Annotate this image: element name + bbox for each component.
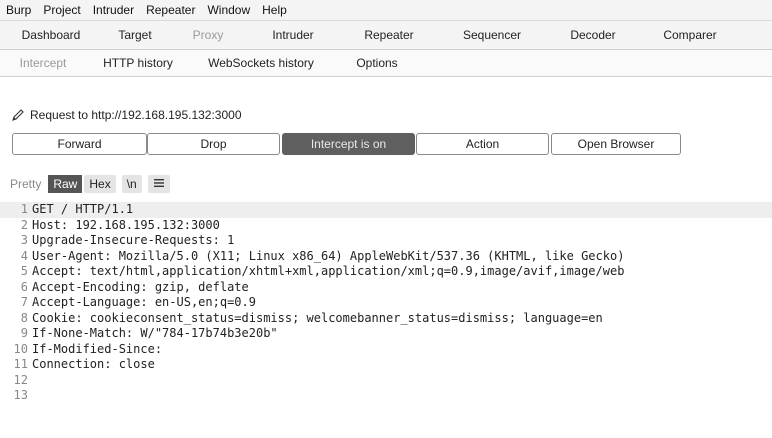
menu-window[interactable]: Window xyxy=(201,3,256,17)
pretty-toggle[interactable]: Pretty xyxy=(8,175,46,193)
tab-proxy[interactable]: Proxy xyxy=(168,21,248,49)
forward-button[interactable]: Forward xyxy=(12,133,147,155)
menu-bar: Burp Project Intruder Repeater Window He… xyxy=(0,0,772,21)
request-url: Request to http://192.168.195.132:3000 xyxy=(30,108,242,122)
pencil-icon xyxy=(12,109,24,121)
intercept-toggle-button[interactable]: Intercept is on xyxy=(282,133,415,155)
editor-line: 5 Accept: text/html,application/xhtml+xml… xyxy=(20,264,625,278)
tab-comparer[interactable]: Comparer xyxy=(642,21,738,49)
menu-help[interactable]: Help xyxy=(256,3,293,17)
tab-websockets-history[interactable]: WebSockets history xyxy=(190,50,332,76)
request-info: Request to http://192.168.195.132:3000 xyxy=(10,106,242,124)
proxy-sub-tab-bar: Intercept HTTP history WebSockets histor… xyxy=(0,50,772,77)
tab-repeater[interactable]: Repeater xyxy=(338,21,440,49)
editor-line: 7 Accept-Language: en-US,en;q=0.9 xyxy=(20,295,256,309)
tab-decoder[interactable]: Decoder xyxy=(544,21,642,49)
request-editor[interactable]: 1 GET / HTTP/1.1 2 Host: 192.168.195.132:3… xyxy=(0,202,772,438)
editor-line: 6 Accept-Encoding: gzip, deflate xyxy=(20,279,249,294)
action-button[interactable]: Action xyxy=(416,133,549,155)
hamburger-icon[interactable] xyxy=(147,175,170,193)
newline-toggle[interactable]: \n xyxy=(121,175,142,193)
raw-toggle[interactable]: Raw xyxy=(48,175,83,193)
tab-target[interactable]: Target xyxy=(102,21,168,49)
tab-intruder[interactable]: Intruder xyxy=(248,21,338,49)
editor-line: 8 Cookie: cookieconsent_status=dismiss; w… xyxy=(20,310,603,325)
tab-intercept[interactable]: Intercept xyxy=(0,50,86,76)
message-view-bar: Pretty Raw Hex \n xyxy=(8,174,172,194)
drop-button[interactable]: Drop xyxy=(147,133,280,155)
tab-sequencer[interactable]: Sequencer xyxy=(440,21,544,49)
editor-line: 13 xyxy=(13,388,28,402)
editor-line: 12 xyxy=(13,372,28,387)
tab-http-history[interactable]: HTTP history xyxy=(86,50,190,76)
menu-project[interactable]: Project xyxy=(37,3,86,17)
menu-intruder[interactable]: Intruder xyxy=(87,3,140,17)
menu-repeater[interactable]: Repeater xyxy=(140,3,201,17)
main-tab-bar: Dashboard Target Proxy Intruder Repeater… xyxy=(0,21,772,50)
open-browser-button[interactable]: Open Browser xyxy=(551,133,681,155)
editor-line: 2 Host: 192.168.195.132:3000 xyxy=(20,217,220,232)
editor-line: 1 GET / HTTP/1.1 xyxy=(0,202,772,218)
editor-line: 11 Connection: close xyxy=(13,357,155,371)
editor-line: 3 Upgrade-Insecure-Requests: 1 xyxy=(20,233,235,247)
tab-options[interactable]: Options xyxy=(332,50,422,76)
hex-toggle[interactable]: Hex xyxy=(84,175,116,193)
editor-line: 10 If-Modified-Since: xyxy=(13,341,163,356)
editor-line: 9 If-None-Match: W/"784-17b74b3e20b" xyxy=(20,326,278,340)
tab-dashboard[interactable]: Dashboard xyxy=(0,21,102,49)
editor-line: 4 User-Agent: Mozilla/5.0 (X11; Linux x86… xyxy=(20,248,625,263)
menu-burp[interactable]: Burp xyxy=(4,3,37,17)
